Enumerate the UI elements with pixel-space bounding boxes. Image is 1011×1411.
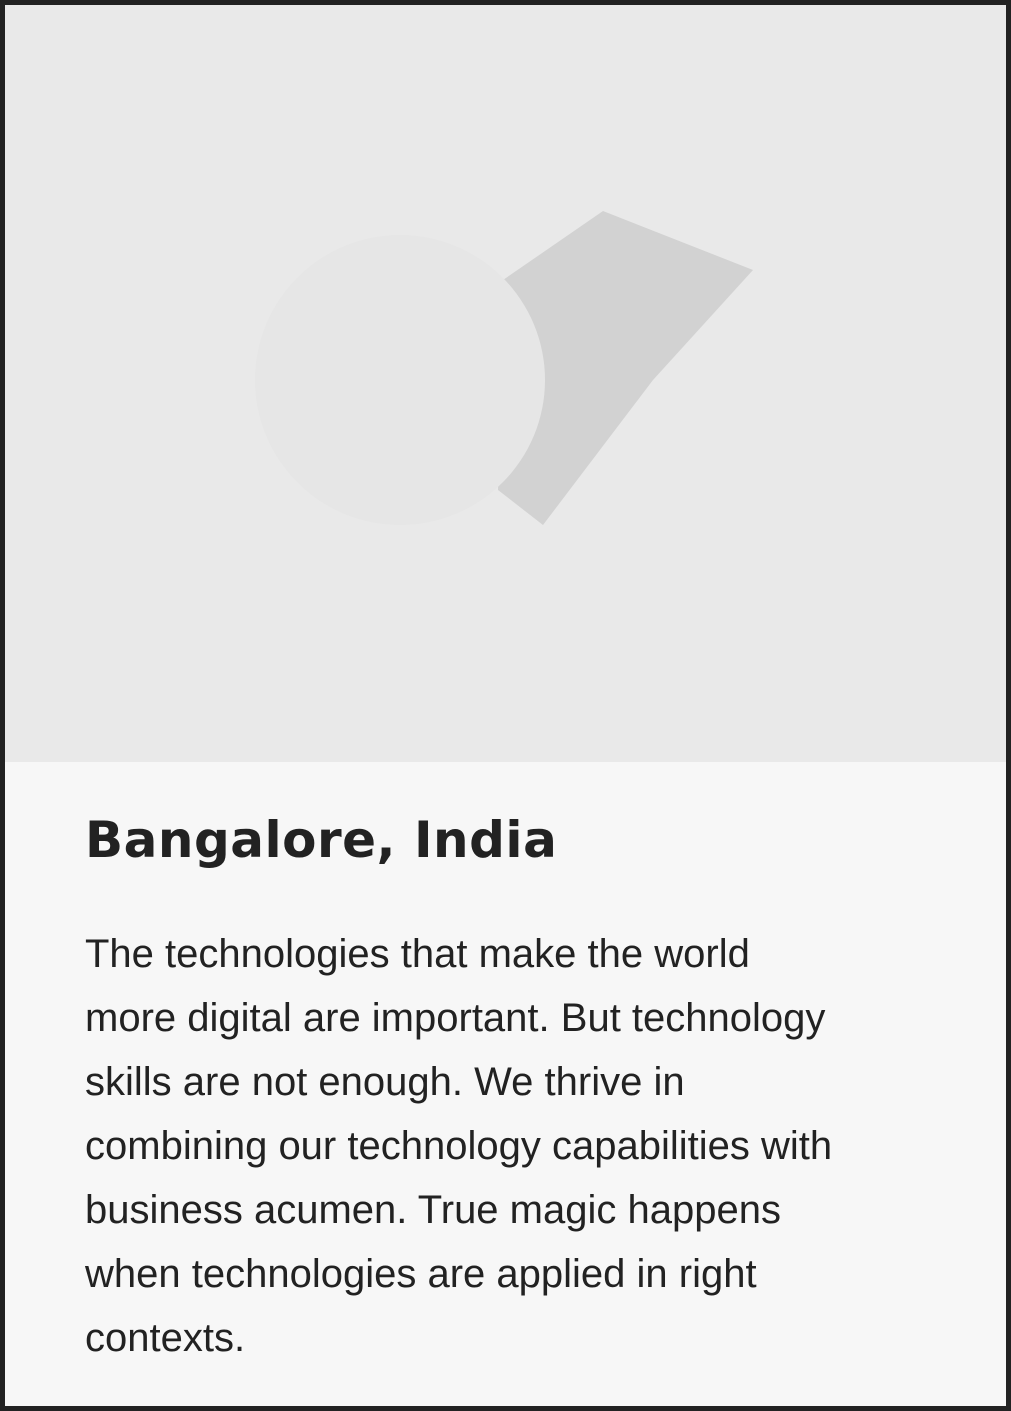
placeholder-circle bbox=[255, 235, 545, 525]
location-title: Bangalore, India bbox=[85, 811, 558, 869]
card-content: Bangalore, India The technologies that m… bbox=[5, 762, 1006, 1406]
image-placeholder-icon bbox=[255, 211, 753, 525]
location-card[interactable]: Bangalore, India The technologies that m… bbox=[0, 0, 1011, 1411]
location-description: The technologies that make the world mor… bbox=[85, 932, 833, 1360]
card-image bbox=[5, 5, 1006, 762]
